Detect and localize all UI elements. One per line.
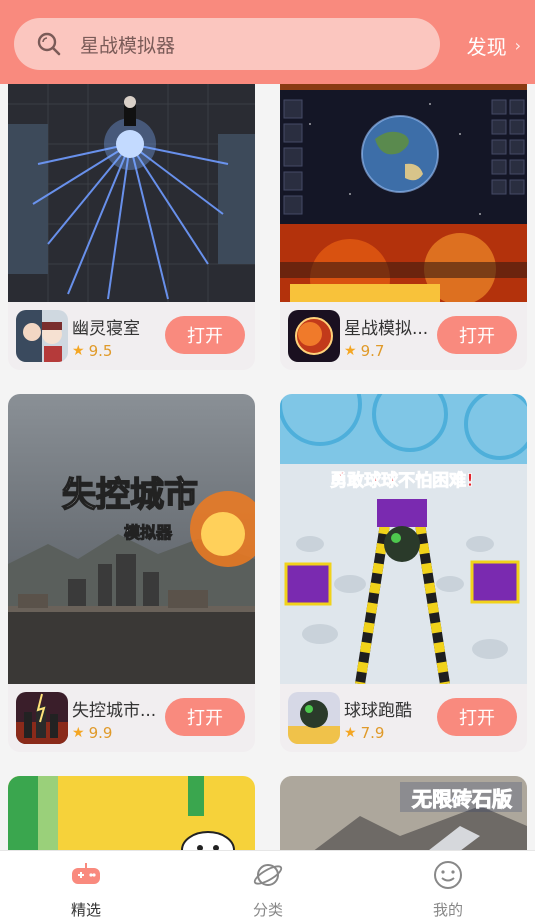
rating-value: 7.9 [360,724,385,742]
game-card-runaway-city[interactable]: 失控城市 模拟器 失控城市... ★ 9.9 打开 [8,394,255,752]
star-icon: ★ [72,725,85,741]
ball-parkour-app-icon [288,692,340,744]
game-rating: ★ 9.9 [72,724,112,742]
tab-category[interactable]: 分类 [218,851,318,920]
game-banner-image [8,84,255,302]
rating-value: 9.7 [360,342,385,360]
planet-icon [252,859,284,891]
tab-label: 分类 [252,901,283,919]
brick-art-banner: 无限砖石版 [412,787,512,811]
tab-mine[interactable]: 我的 [398,851,498,920]
star-war-app-icon [288,310,340,362]
game-banner-image: 失控城市 模拟器 [8,394,255,684]
game-banner-image: 勇敢球球不怕困难! [280,394,527,684]
star-icon: ★ [72,343,85,359]
star-icon: ★ [344,725,357,741]
game-card-star-war-sim[interactable]: 星战模拟... ★ 9.7 打开 [280,84,527,370]
game-info-row: 失控城市... ★ 9.9 打开 [8,684,255,752]
open-button[interactable]: 打开 [437,316,517,354]
city-art-subtitle: 模拟器 [124,523,173,542]
gamepad-icon [70,859,102,891]
game-card-ghost-dorm[interactable]: 幽灵寝室 ★ 9.5 打开 [8,84,255,370]
tab-label: 精选 [70,901,101,919]
discover-button[interactable]: 发现 › [467,28,521,62]
game-name: 球球跑酷 [344,701,412,721]
smiley-icon [432,859,464,891]
search-placeholder: 星战模拟器 [80,34,176,57]
search-icon [36,31,62,57]
open-button[interactable]: 打开 [437,698,517,736]
star-icon: ★ [344,343,357,359]
game-rating: ★ 7.9 [344,724,384,742]
ball-art-banner: 勇敢球球不怕困难! [330,470,474,491]
tab-label: 我的 [432,901,463,919]
game-rating: ★ 9.5 [72,342,112,360]
chevron-right-icon: › [514,35,521,55]
game-name: 失控城市... [72,701,157,721]
bottom-tab-bar: 精选 分类 我的 [0,850,535,920]
game-grid: 幽灵寝室 ★ 9.5 打开 星战模拟... ★ 9.7 打开 失控城市 模拟器 … [0,84,535,850]
rating-value: 9.5 [88,342,113,360]
game-rating: ★ 9.7 [344,342,384,360]
runaway-city-app-icon [16,692,68,744]
rating-value: 9.9 [88,724,113,742]
game-name: 幽灵寝室 [72,319,140,339]
game-card-partial[interactable]: 无限砖石版 [280,776,527,850]
game-banner-image [8,776,255,850]
game-card-partial[interactable] [8,776,255,850]
top-bar: 星战模拟器 发现 › [0,0,535,84]
open-button[interactable]: 打开 [165,698,245,736]
game-info-row: 球球跑酷 ★ 7.9 打开 [280,684,527,752]
game-info-row: 幽灵寝室 ★ 9.5 打开 [8,302,255,370]
discover-label: 发现 [466,34,507,59]
game-banner-image [280,84,527,302]
ghost-dorm-app-icon [16,310,68,362]
city-art-title: 失控城市 [62,475,198,515]
tab-featured[interactable]: 精选 [36,851,136,920]
game-info-row: 星战模拟... ★ 9.7 打开 [280,302,527,370]
search-bar[interactable]: 星战模拟器 [14,18,440,70]
game-name: 星战模拟... [344,319,429,339]
open-button[interactable]: 打开 [165,316,245,354]
game-card-ball-parkour[interactable]: 勇敢球球不怕困难! 球球跑酷 ★ 7.9 打开 [280,394,527,752]
game-banner-image: 无限砖石版 [280,776,527,850]
